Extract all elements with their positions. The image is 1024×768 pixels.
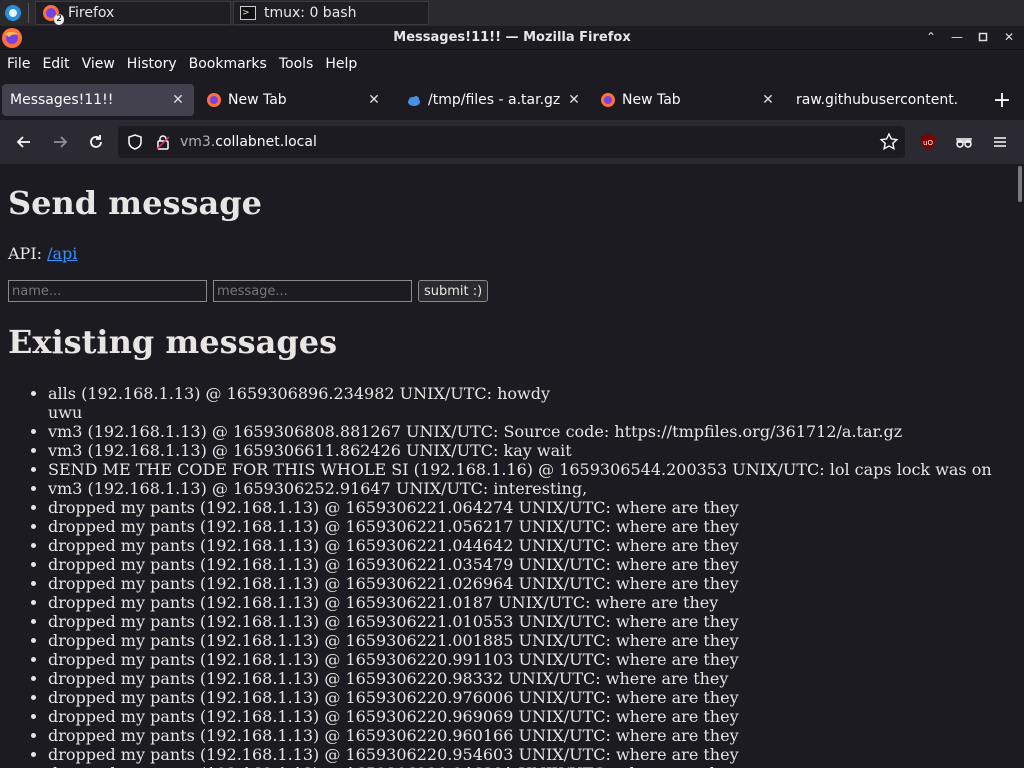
tab-new-tab-2[interactable]: New Tab ✕	[592, 84, 784, 116]
existing-messages-heading: Existing messages	[8, 323, 338, 361]
taskbar-task-label: Firefox	[68, 5, 115, 21]
window-titlebar[interactable]: Messages!11!! — Mozilla Firefox ⌃ — ✕	[0, 26, 1024, 50]
tab-tmp-files[interactable]: /tmp/files - a.tar.gz ✕	[398, 84, 590, 116]
url-text: vm3.collabnet.local	[180, 134, 317, 150]
menu-edit[interactable]: Edit	[37, 56, 74, 72]
message-item: dropped my pants (192.168.1.13) @ 165930…	[48, 498, 992, 517]
tab-label: raw.githubusercontent.c	[796, 92, 958, 108]
message-item: alls (192.168.1.13) @ 1659306896.234982 …	[48, 384, 992, 422]
taskbar: 2 Firefox > tmux: 0 bash	[0, 0, 1024, 26]
back-arrow-icon[interactable]	[10, 128, 38, 156]
tab-new-tab-1[interactable]: New Tab ✕	[198, 84, 390, 116]
message-item: dropped my pants (192.168.1.13) @ 165930…	[48, 764, 992, 768]
message-form: submit :)	[8, 280, 489, 302]
message-item: vm3 (192.168.1.13) @ 1659306252.91647 UN…	[48, 479, 992, 498]
url-host-main: collabnet.local	[215, 134, 317, 150]
message-item: dropped my pants (192.168.1.13) @ 165930…	[48, 707, 992, 726]
firefox-icon	[206, 92, 222, 108]
svg-text:uO: uO	[923, 139, 933, 147]
url-bar[interactable]: vm3.collabnet.local	[118, 126, 905, 158]
menu-history[interactable]: History	[122, 56, 182, 72]
message-item: dropped my pants (192.168.1.13) @ 165930…	[48, 612, 992, 631]
chevron-up-icon[interactable]: ⌃	[922, 28, 940, 46]
tab-messages[interactable]: Messages!11!! ✕	[2, 84, 194, 116]
message-item: vm3 (192.168.1.13) @ 1659306611.862426 U…	[48, 441, 992, 460]
firefox-icon: 2	[42, 4, 64, 25]
close-icon[interactable]: ✕	[168, 90, 188, 110]
tab-label: Messages!11!!	[10, 92, 114, 108]
forward-arrow-icon[interactable]	[46, 128, 74, 156]
send-message-heading: Send message	[8, 184, 262, 222]
message-item: dropped my pants (192.168.1.13) @ 165930…	[48, 669, 992, 688]
api-label: API:	[8, 244, 48, 263]
cloud-icon	[406, 92, 422, 108]
message-item: dropped my pants (192.168.1.13) @ 165930…	[48, 536, 992, 555]
close-icon[interactable]: ✕	[758, 90, 778, 110]
tab-label: New Tab	[228, 92, 287, 108]
message-item: dropped my pants (192.168.1.13) @ 165930…	[48, 593, 992, 612]
shield-icon[interactable]	[126, 133, 144, 155]
menu-tools[interactable]: Tools	[274, 56, 319, 72]
new-tab-button[interactable]: +	[990, 88, 1014, 113]
navigation-toolbar: vm3.collabnet.local uO	[0, 120, 1024, 164]
lock-icon[interactable]	[154, 133, 172, 155]
message-input[interactable]	[213, 280, 412, 302]
api-link[interactable]: /api	[47, 244, 77, 263]
window-title: Messages!11!! — Mozilla Firefox	[393, 30, 631, 45]
taskbar-task-firefox[interactable]: 2 Firefox	[35, 1, 231, 25]
page-content: Send message API: /api submit :) Existin…	[0, 164, 1024, 768]
tab-label: New Tab	[622, 92, 681, 108]
message-list: alls (192.168.1.13) @ 1659306896.234982 …	[48, 384, 992, 768]
taskbar-separator	[28, 3, 29, 23]
hamburger-menu-icon[interactable]	[986, 128, 1014, 156]
minimize-icon[interactable]: —	[948, 28, 966, 46]
menu-bookmarks[interactable]: Bookmarks	[184, 56, 272, 72]
message-item: dropped my pants (192.168.1.13) @ 165930…	[48, 745, 992, 764]
ublock-origin-icon[interactable]: uO	[914, 128, 942, 156]
firefox-icon	[600, 92, 616, 108]
message-item: dropped my pants (192.168.1.13) @ 165930…	[48, 517, 992, 536]
private-mask-icon[interactable]	[950, 128, 978, 156]
message-item: SEND ME THE CODE FOR THIS WHOLE SI (192.…	[48, 460, 992, 479]
task-count-badge: 2	[54, 14, 64, 25]
bookmark-star-icon[interactable]	[879, 132, 899, 156]
close-icon[interactable]: ✕	[564, 90, 584, 110]
api-line: API: /api	[8, 244, 77, 263]
message-item: dropped my pants (192.168.1.13) @ 165930…	[48, 631, 992, 650]
submit-button[interactable]: submit :)	[418, 280, 489, 302]
menu-file[interactable]: File	[2, 56, 35, 72]
page-scrollbar[interactable]	[1018, 166, 1022, 202]
message-item: dropped my pants (192.168.1.13) @ 165930…	[48, 574, 992, 593]
close-icon[interactable]: ✕	[1000, 28, 1018, 46]
message-item: dropped my pants (192.168.1.13) @ 165930…	[48, 555, 992, 574]
url-host-prefix: vm3.	[180, 134, 216, 150]
message-item: dropped my pants (192.168.1.13) @ 165930…	[48, 650, 992, 669]
taskbar-task-label: tmux: 0 bash	[264, 5, 357, 21]
tab-raw-github[interactable]: raw.githubusercontent.c	[790, 84, 960, 116]
tab-bar: Messages!11!! ✕ New Tab ✕ /tmp/files - a…	[0, 80, 1024, 120]
app-launcher-icon[interactable]	[0, 0, 26, 26]
message-item: dropped my pants (192.168.1.13) @ 165930…	[48, 726, 992, 745]
tab-label: /tmp/files - a.tar.gz	[428, 92, 561, 108]
message-item: dropped my pants (192.168.1.13) @ 165930…	[48, 688, 992, 707]
reload-icon[interactable]	[82, 128, 110, 156]
menu-bar: File Edit View History Bookmarks Tools H…	[0, 50, 1024, 78]
terminal-icon: >	[240, 6, 256, 20]
maximize-icon[interactable]	[974, 28, 992, 46]
menu-view[interactable]: View	[77, 56, 120, 72]
menu-help[interactable]: Help	[320, 56, 362, 72]
taskbar-task-tmux[interactable]: > tmux: 0 bash	[233, 1, 429, 25]
name-input[interactable]	[8, 280, 207, 302]
close-icon[interactable]: ✕	[364, 90, 384, 110]
message-item: vm3 (192.168.1.13) @ 1659306808.881267 U…	[48, 422, 992, 441]
